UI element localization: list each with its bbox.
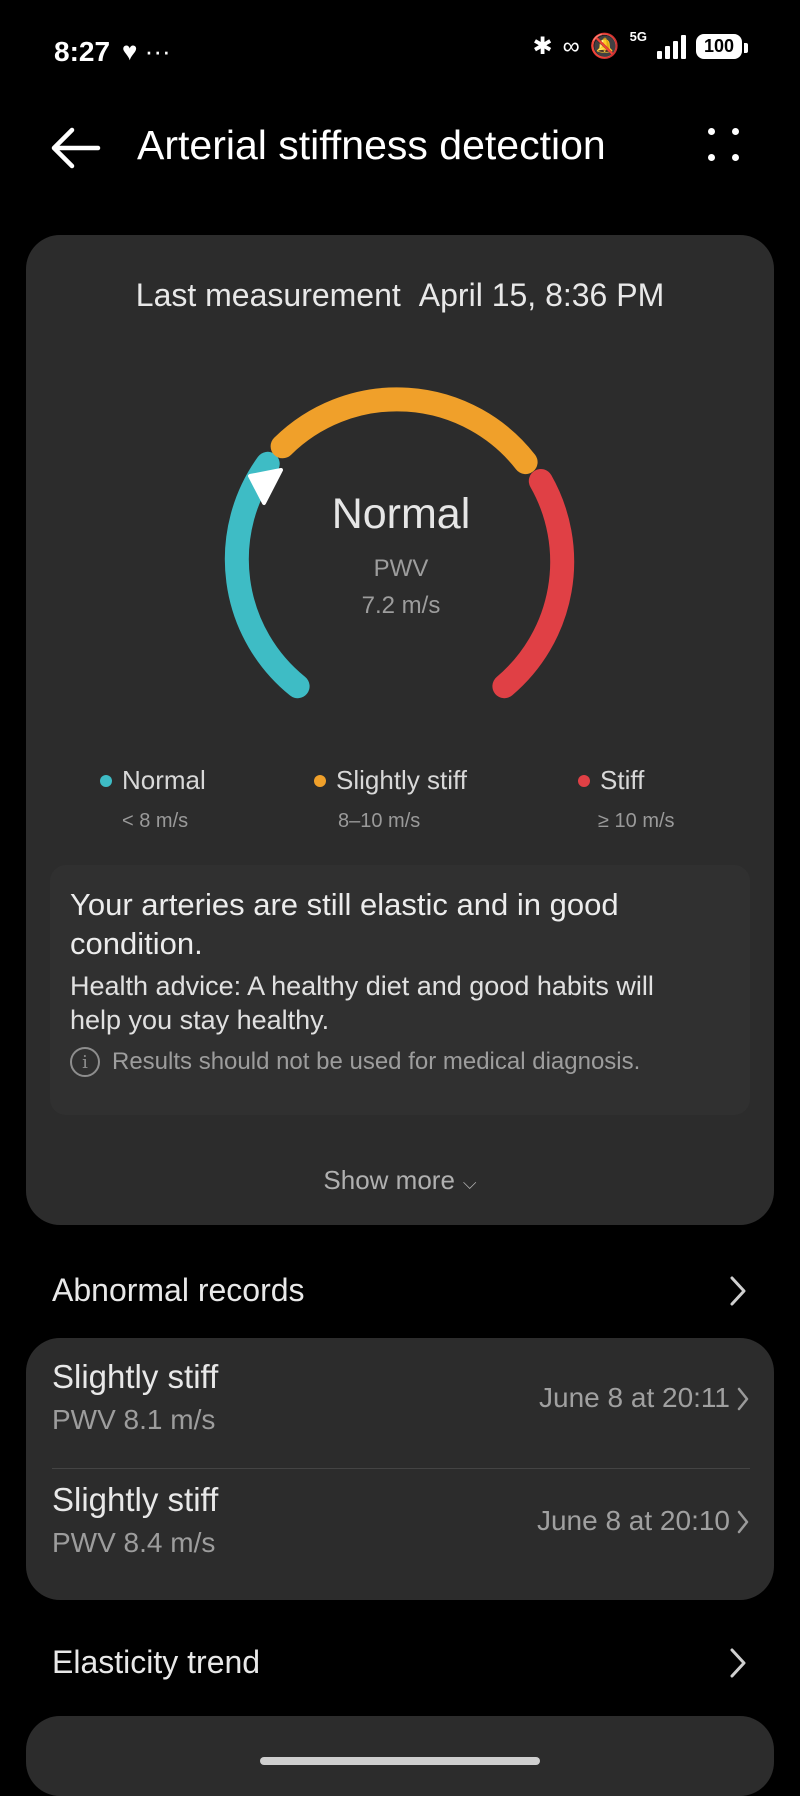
record-status: Slightly stiff <box>52 1481 219 1518</box>
abnormal-records-header[interactable]: Abnormal records <box>52 1272 748 1320</box>
record-item[interactable]: Slightly stiff PWV 8.1 m/s June 8 at 20:… <box>52 1338 754 1458</box>
legend-range: < 8 m/s <box>122 810 189 832</box>
signal-icon <box>656 34 686 59</box>
abnormal-records-title: Abnormal records <box>52 1272 305 1308</box>
network-type: 5G <box>629 29 647 44</box>
record-date: June 8 at 20:11 <box>539 1382 730 1413</box>
abnormal-records-list: Slightly stiff PWV 8.1 m/s June 8 at 20:… <box>26 1338 774 1600</box>
show-more-button[interactable]: Show more ⌵ <box>26 1165 774 1196</box>
legend-range: 8–10 m/s <box>338 810 421 832</box>
more-options-icon[interactable] <box>706 126 742 166</box>
legend-range: ≥ 10 m/s <box>598 810 675 832</box>
elasticity-trend-card <box>26 1716 774 1796</box>
disclaimer-text: Results should not be used for medical d… <box>112 1048 641 1075</box>
legend-item-stiff: Stiff ≥ 10 m/s <box>578 765 675 833</box>
record-item[interactable]: Slightly stiff PWV 8.4 m/s June 8 at 20:… <box>52 1461 754 1581</box>
record-date: June 8 at 20:10 <box>536 1505 730 1536</box>
bluetooth-icon: ✱ <box>532 33 553 60</box>
gauge-arc-slightly-stiff <box>270 387 538 475</box>
chevron-right-icon <box>730 1648 746 1678</box>
chevron-right-icon <box>737 1510 749 1534</box>
last-measurement-datetime: April 15, 8:36 PM <box>418 277 665 313</box>
legend-label: Normal <box>122 765 206 795</box>
page-title: Arterial stiffness detection <box>137 122 606 168</box>
elasticity-trend-title: Elasticity trend <box>52 1644 261 1680</box>
show-more-label: Show more <box>323 1165 455 1195</box>
legend-label: Slightly stiff <box>336 765 468 795</box>
gauge-metric-label: PWV <box>373 555 429 582</box>
legend-dot <box>578 774 590 787</box>
status-time: 8:27 <box>54 36 111 67</box>
elasticity-trend-header[interactable]: Elasticity trend <box>52 1644 748 1692</box>
chevron-right-icon <box>730 1276 746 1306</box>
record-pwv: PWV 8.1 m/s <box>52 1404 216 1435</box>
health-app-icon: ♥ ··· <box>122 36 171 66</box>
gauge-metric-value: 7.2 m/s <box>361 592 441 619</box>
record-pwv: PWV 8.4 m/s <box>52 1527 216 1558</box>
info-icon: i <box>70 1047 100 1077</box>
advice-text: Health advice: A healthy diet and good h… <box>70 971 654 1035</box>
legend-dot <box>314 774 326 787</box>
link-icon: ∞ <box>562 32 580 60</box>
home-indicator[interactable] <box>260 1757 540 1765</box>
status-bar: 8:27 ♥ ··· ✱ ∞ 🔕 5G 100 <box>0 0 800 100</box>
measurement-card: Last measurement April 15, 8:36 PM Normal… <box>26 235 774 1225</box>
advice-box: Your arteries are still elastic and in g… <box>50 865 750 1115</box>
last-measurement-label: Last measurement <box>135 277 401 313</box>
record-status: Slightly stiff <box>52 1358 219 1395</box>
legend-dot <box>100 774 112 787</box>
gauge-arc <box>224 387 575 699</box>
legend: Normal < 8 m/s Slightly stiff 8–10 m/s S… <box>26 765 774 845</box>
chevron-right-icon <box>737 1387 749 1411</box>
legend-item-slightly-stiff: Slightly stiff 8–10 m/s <box>314 765 467 833</box>
chevron-down-icon: ⌵ <box>462 1173 477 1193</box>
legend-item-normal: Normal < 8 m/s <box>100 765 206 833</box>
status-icons: ✱ ∞ 🔕 5G 100 <box>532 29 749 61</box>
disclaimer: i Results should not be used for medical… <box>70 1047 640 1077</box>
battery-icon: 100 <box>695 34 749 59</box>
advice-title: Your arteries are still elastic and in g… <box>70 887 619 961</box>
pwv-gauge: Normal PWV 7.2 m/s <box>206 360 596 740</box>
legend-label: Stiff <box>600 765 645 795</box>
app-bar: Arterial stiffness detection <box>0 112 800 184</box>
last-measurement: Last measurement April 15, 8:36 PM <box>26 277 774 314</box>
gauge-status: Normal <box>331 490 471 538</box>
back-arrow-icon[interactable] <box>50 124 102 172</box>
mute-icon: 🔕 <box>589 33 620 60</box>
